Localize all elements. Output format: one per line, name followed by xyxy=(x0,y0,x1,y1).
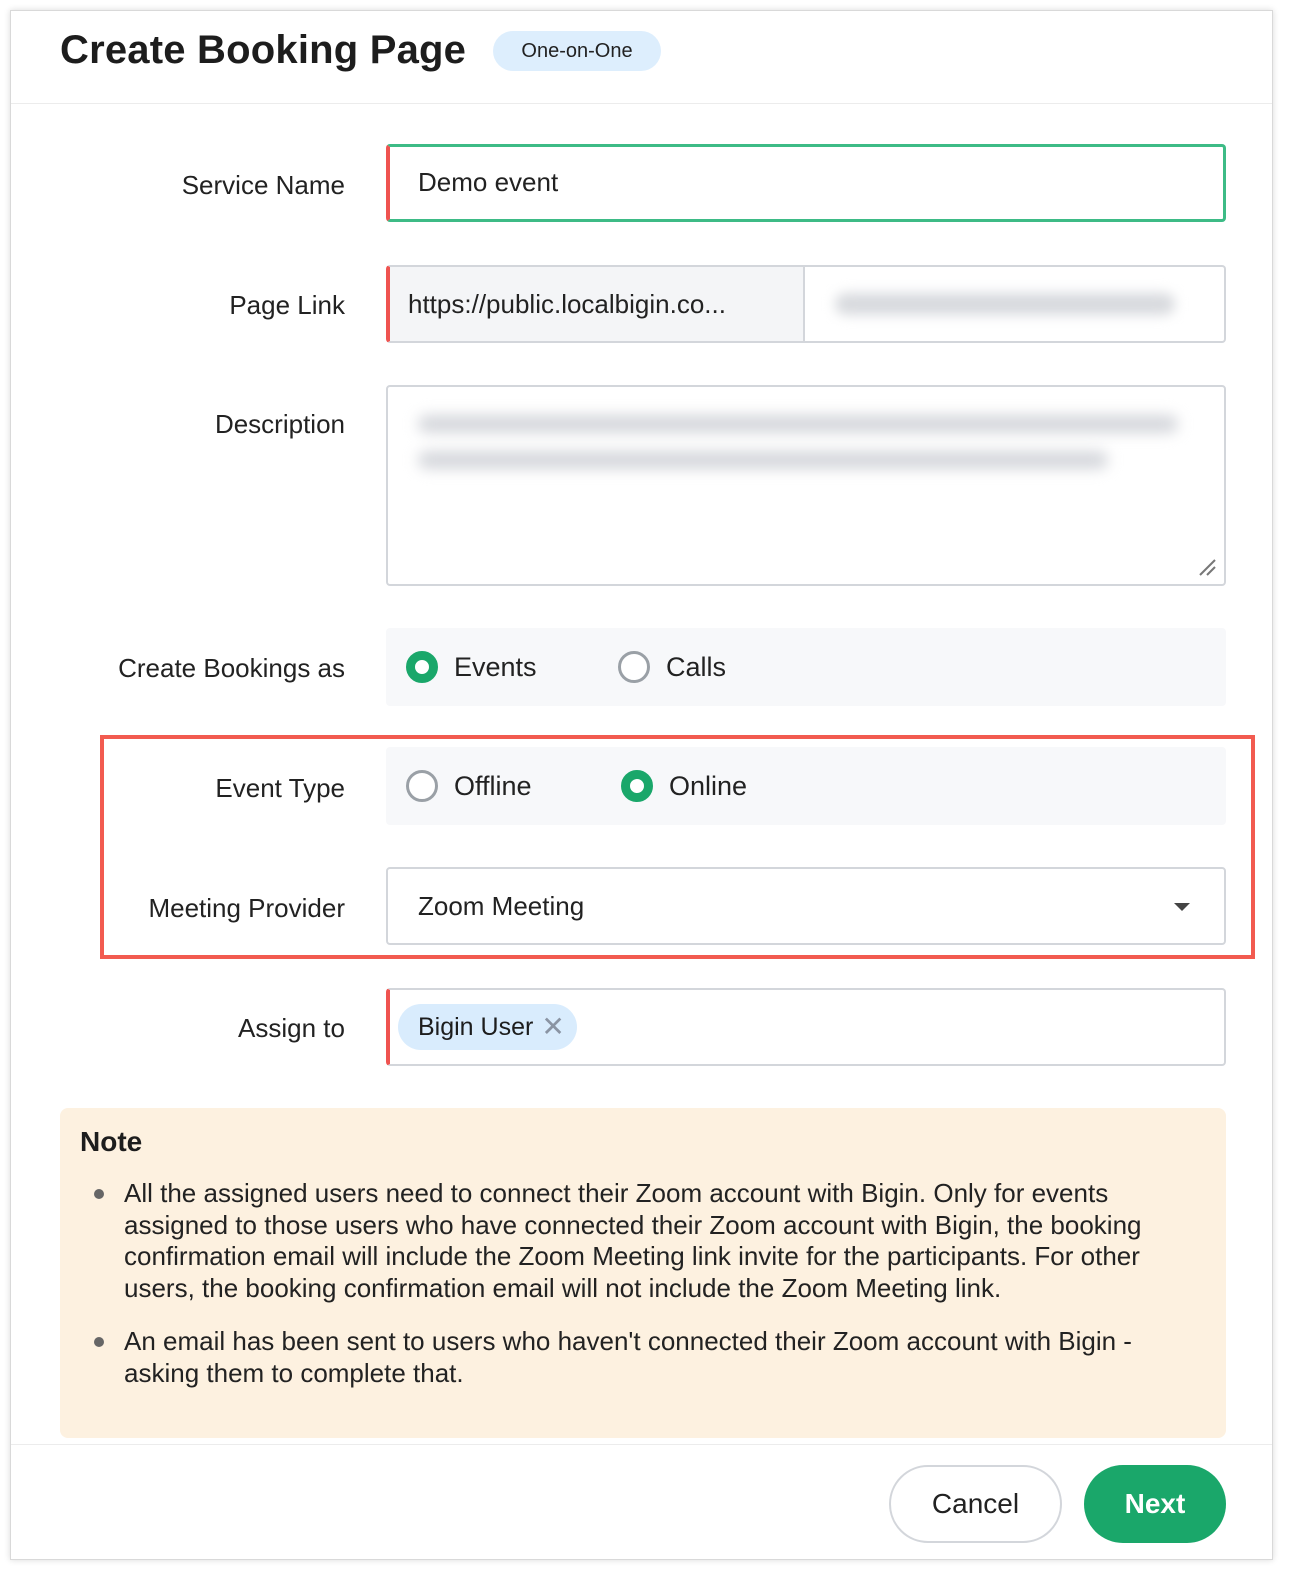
radio-calls-label: Calls xyxy=(666,651,727,682)
close-icon[interactable]: ✕ xyxy=(541,1013,564,1041)
chevron-down-icon xyxy=(1174,903,1190,911)
note-title: Note xyxy=(80,1126,143,1157)
bullet-icon xyxy=(94,1189,104,1199)
radio-events-label: Events xyxy=(454,651,537,682)
radio-checked-icon xyxy=(621,770,653,802)
bullet-icon xyxy=(94,1337,104,1347)
create-booking-dialog: Create Booking Page One-on-One Service N… xyxy=(10,10,1273,1560)
assign-to-label: Assign to xyxy=(238,1013,345,1043)
radio-unchecked-icon xyxy=(618,651,650,683)
assign-to-input[interactable]: Bigin User ✕ xyxy=(386,988,1226,1066)
description-textarea[interactable] xyxy=(386,385,1226,586)
note-item-text: An email has been sent to users who have… xyxy=(124,1326,1132,1388)
page-link-label: Page Link xyxy=(229,290,345,320)
radio-calls[interactable]: Calls xyxy=(618,628,726,706)
radio-events[interactable]: Events xyxy=(406,628,537,706)
radio-online-label: Online xyxy=(669,770,748,801)
create-bookings-as-group: Events Calls xyxy=(386,628,1226,706)
resize-grip-icon[interactable] xyxy=(1198,558,1216,576)
page-link-prefix: https://public.localbigin.co... xyxy=(390,267,805,341)
assignee-chip-label: Bigin User xyxy=(418,1012,534,1041)
service-name-value: Demo event xyxy=(418,167,559,197)
booking-type-badge: One-on-One xyxy=(493,31,661,71)
page-link-slug-input[interactable] xyxy=(835,293,1175,315)
create-bookings-as-label: Create Bookings as xyxy=(118,653,345,683)
dialog-footer: Cancel Next xyxy=(11,1444,1272,1559)
service-name-input[interactable]: Demo event xyxy=(386,144,1226,222)
note-panel: Note All the assigned users need to conn… xyxy=(60,1108,1226,1438)
radio-offline[interactable]: Offline xyxy=(406,747,532,825)
event-type-group: Offline Online xyxy=(386,747,1226,825)
meeting-provider-select[interactable]: Zoom Meeting xyxy=(386,867,1226,945)
note-list: All the assigned users need to connect t… xyxy=(80,1178,1160,1411)
description-label: Description xyxy=(214,409,345,439)
radio-unchecked-icon xyxy=(406,770,438,802)
radio-checked-icon xyxy=(406,651,438,683)
assignee-chip: Bigin User ✕ xyxy=(398,1004,577,1050)
note-item: All the assigned users need to connect t… xyxy=(80,1178,1160,1304)
radio-online[interactable]: Online xyxy=(621,747,747,825)
radio-offline-label: Offline xyxy=(454,770,532,801)
description-text-line xyxy=(418,415,1178,433)
description-text-line xyxy=(418,451,1108,469)
note-item-text: All the assigned users need to connect t… xyxy=(124,1178,1142,1303)
dialog-header: Create Booking Page One-on-One xyxy=(11,11,1272,104)
page-title: Create Booking Page xyxy=(60,28,467,72)
meeting-provider-label: Meeting Provider xyxy=(148,893,345,923)
event-type-label: Event Type xyxy=(215,773,345,803)
meeting-provider-value: Zoom Meeting xyxy=(418,891,585,921)
note-item: An email has been sent to users who have… xyxy=(80,1326,1160,1389)
cancel-button[interactable]: Cancel xyxy=(889,1465,1062,1543)
service-name-label: Service Name xyxy=(181,170,345,200)
page-link-field: https://public.localbigin.co... xyxy=(386,265,1226,343)
next-button[interactable]: Next xyxy=(1084,1465,1226,1543)
